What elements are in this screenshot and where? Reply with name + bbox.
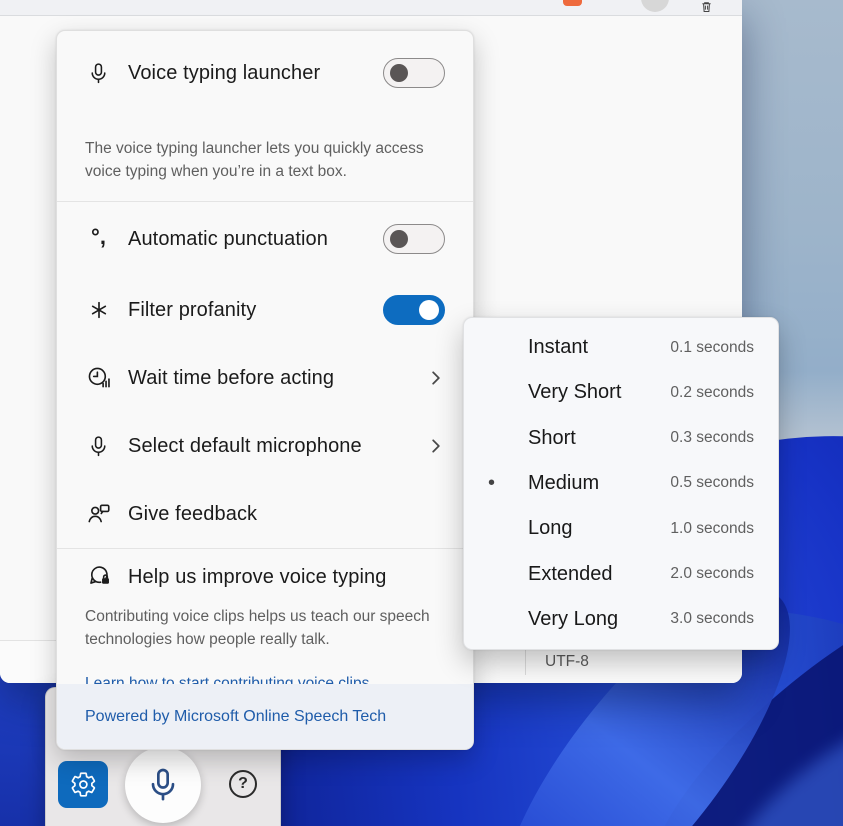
menu-item-long[interactable]: • Long 1.0 seconds	[464, 506, 778, 551]
wait-time-submenu: • Instant 0.1 seconds • Very Short 0.2 s…	[463, 317, 779, 650]
filter-profanity-row[interactable]: Filter profanity	[57, 288, 473, 332]
avatar[interactable]	[641, 0, 669, 12]
window-tab-strip	[0, 0, 742, 16]
setting-label: Automatic punctuation	[128, 228, 383, 251]
voice-typing-settings-panel: Voice typing launcher The voice typing l…	[56, 30, 474, 750]
setting-label: Select default microphone	[128, 435, 427, 458]
punctuation-icon: °,	[85, 226, 112, 253]
wait-time-row[interactable]: Wait time before acting	[57, 356, 473, 400]
question-mark-icon: ?	[238, 775, 248, 793]
setting-label: Filter profanity	[128, 299, 383, 322]
filter-profanity-toggle[interactable]	[383, 295, 445, 325]
menu-item-very-long[interactable]: • Very Long 3.0 seconds	[464, 597, 778, 642]
help-improve-description: Contributing voice clips helps us teach …	[85, 605, 437, 651]
give-feedback-row[interactable]: Give feedback	[57, 492, 473, 536]
microphone-icon	[143, 765, 183, 805]
setting-label: Give feedback	[128, 503, 445, 526]
clock-sound-icon	[85, 365, 112, 392]
launcher-label: Voice typing launcher	[128, 62, 383, 85]
feedback-icon	[85, 501, 112, 528]
menu-item-extended[interactable]: • Extended 2.0 seconds	[464, 551, 778, 596]
gear-icon	[70, 771, 97, 798]
chevron-right-icon	[427, 369, 445, 387]
menu-item-short[interactable]: • Short 0.3 seconds	[464, 416, 778, 461]
select-microphone-row[interactable]: Select default microphone	[57, 424, 473, 468]
trash-icon[interactable]	[701, 1, 712, 13]
divider	[57, 548, 473, 549]
status-bar-separator	[525, 649, 526, 675]
divider	[57, 201, 473, 202]
menu-item-very-short[interactable]: • Very Short 0.2 seconds	[464, 370, 778, 415]
chevron-right-icon	[427, 437, 445, 455]
desktop: UTF-8 ?	[0, 0, 843, 826]
asterisk-icon	[85, 297, 112, 324]
help-improve-row: Help us improve voice typing	[57, 555, 473, 599]
voice-typing-launcher-row[interactable]: Voice typing launcher	[57, 51, 473, 95]
browser-extension-icon[interactable]	[563, 0, 582, 6]
speech-bubble-lock-icon	[85, 564, 112, 591]
microphone-icon	[85, 433, 112, 460]
launcher-description: The voice typing launcher lets you quick…	[85, 137, 437, 183]
automatic-punctuation-toggle[interactable]	[383, 224, 445, 254]
voice-settings-button[interactable]	[58, 761, 108, 808]
help-improve-title: Help us improve voice typing	[128, 566, 445, 589]
panel-footer: Powered by Microsoft Online Speech Tech	[57, 684, 473, 749]
microphone-button[interactable]	[125, 747, 201, 823]
microphone-icon	[85, 60, 112, 87]
menu-item-instant[interactable]: • Instant 0.1 seconds	[464, 325, 778, 370]
automatic-punctuation-row[interactable]: °, Automatic punctuation	[57, 217, 473, 261]
powered-by-link[interactable]: Powered by Microsoft Online Speech Tech	[85, 708, 386, 726]
launcher-toggle[interactable]	[383, 58, 445, 88]
help-button[interactable]: ?	[229, 770, 257, 798]
selected-bullet: •	[488, 473, 528, 493]
menu-item-medium[interactable]: • Medium 0.5 seconds	[464, 461, 778, 506]
setting-label: Wait time before acting	[128, 367, 427, 390]
